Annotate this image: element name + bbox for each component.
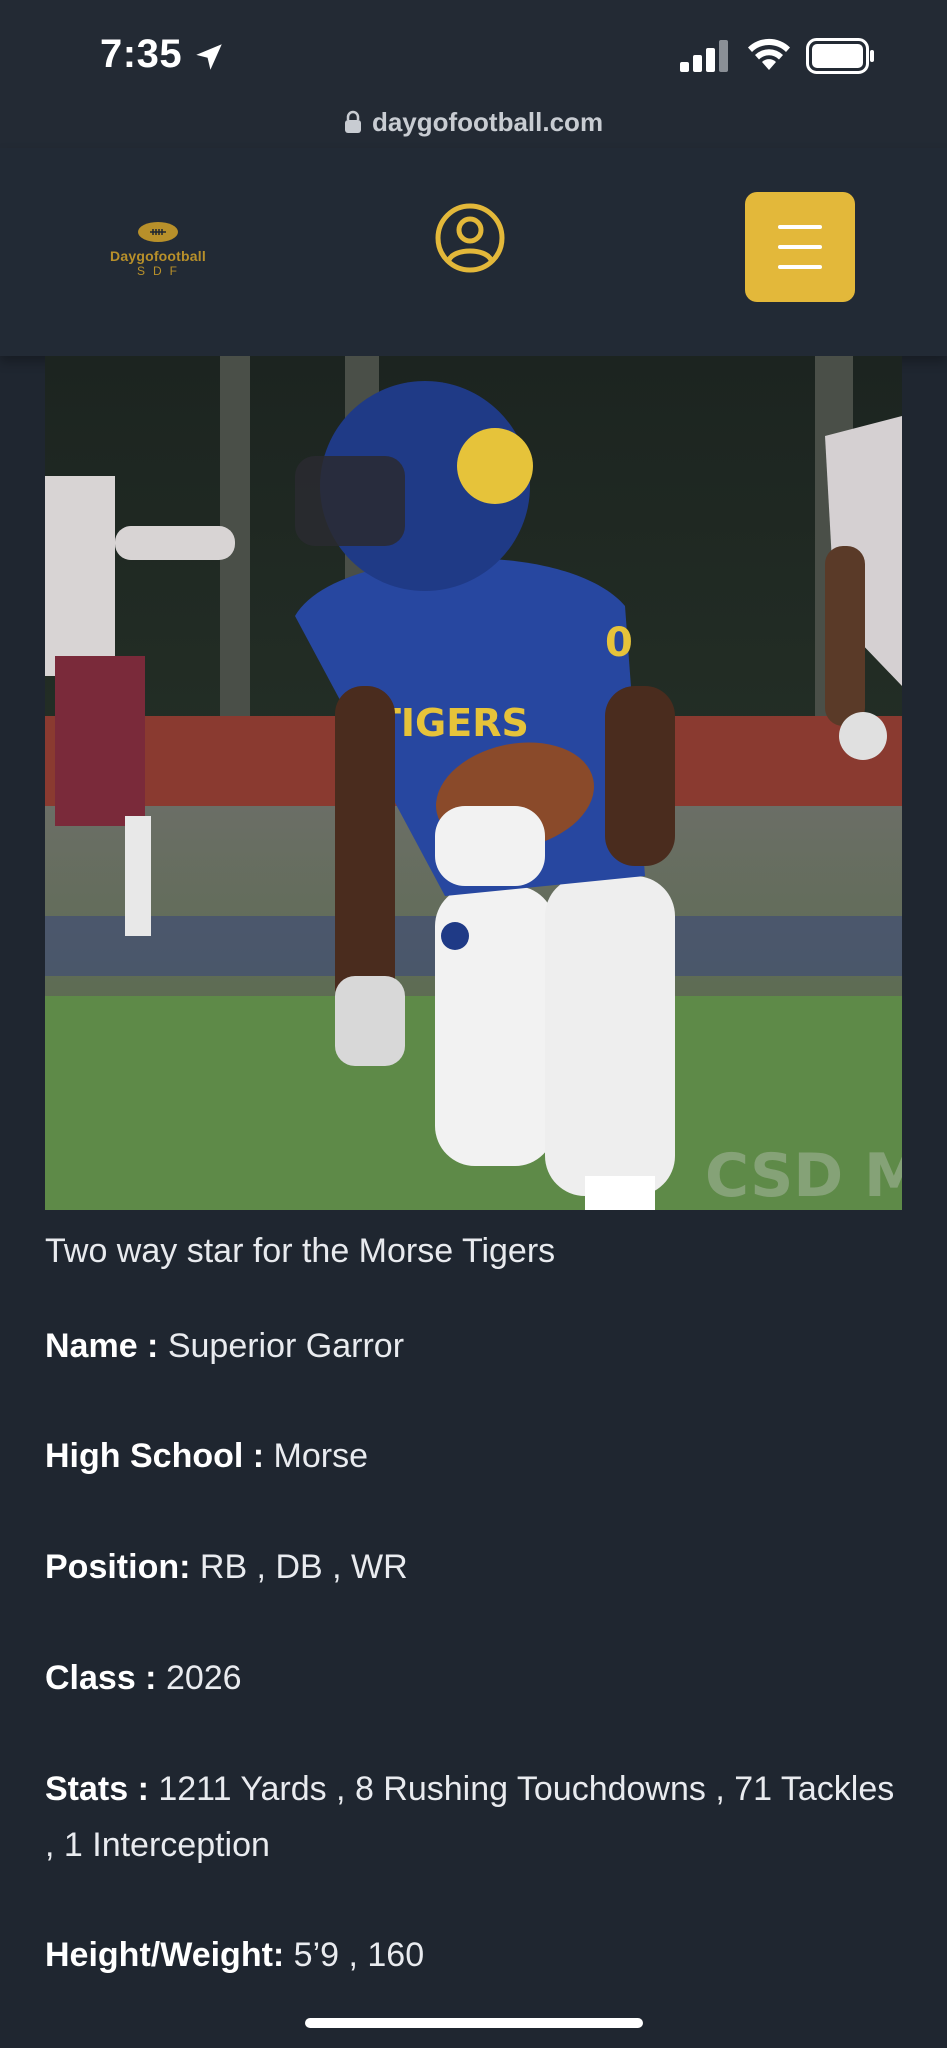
name-value: Superior Garror <box>158 1327 405 1365</box>
photo-watermark: CSD M <box>705 1141 902 1210</box>
menu-line <box>778 245 822 249</box>
logo-text: Daygofootball <box>110 248 206 264</box>
wifi-icon <box>748 38 790 70</box>
site-header: Daygofootball SDF <box>0 148 947 356</box>
location-arrow-icon <box>196 44 222 70</box>
stats-value: 1211 Yards , 8 Rushing Touchdowns , 71 T… <box>45 1770 895 1864</box>
player-photo: TIGERS 0 CSD M <box>45 356 902 1210</box>
battery-icon <box>806 38 874 74</box>
height-weight-label: Height/Weight: <box>45 1936 285 1974</box>
stats-label: Stats : <box>45 1770 149 1808</box>
photo-caption: Two way star for the Morse Tigers <box>45 1232 556 1270</box>
svg-text:0: 0 <box>605 620 633 666</box>
menu-line <box>778 225 822 229</box>
class-value: 2026 <box>156 1659 242 1697</box>
svg-text:TIGERS: TIGERS <box>375 701 529 745</box>
url-text: daygofootball.com <box>371 106 604 137</box>
football-logo-icon <box>138 222 178 242</box>
profile-name: Name : Superior Garror <box>45 1318 905 1374</box>
address-bar[interactable]: daygofootball.com <box>0 104 947 140</box>
hamburger-menu-button[interactable] <box>745 192 855 302</box>
status-bar: 7:35 daygofootball.com <box>0 0 947 148</box>
menu-line <box>778 265 822 269</box>
user-circle-icon[interactable] <box>434 202 506 274</box>
status-time: 7:35 <box>100 32 183 76</box>
site-logo[interactable]: Daygofootball SDF <box>96 220 220 292</box>
logo-subtext: SDF <box>137 264 185 278</box>
profile-class: Class : 2026 <box>45 1650 905 1706</box>
profile-position: Position: RB , DB , WR <box>45 1539 905 1595</box>
profile-stats: Stats : 1211 Yards , 8 Rushing Touchdown… <box>45 1761 905 1873</box>
position-value: RB , DB , WR <box>190 1548 408 1586</box>
player-photo-illustration: TIGERS 0 CSD M <box>45 356 902 1210</box>
class-label: Class : <box>45 1659 157 1697</box>
height-weight-value: 5’9 , 160 <box>284 1936 425 1974</box>
profile-high-school: High School : Morse <box>45 1428 905 1484</box>
school-label: High School : <box>45 1437 265 1475</box>
name-label: Name : <box>45 1327 159 1365</box>
home-indicator[interactable] <box>305 2018 643 2028</box>
lock-icon <box>344 110 361 133</box>
school-value: Morse <box>264 1437 369 1475</box>
signal-icon <box>680 40 728 72</box>
profile-height-weight: Height/Weight: 5’9 , 160 <box>45 1927 905 1983</box>
position-label: Position: <box>45 1548 191 1586</box>
